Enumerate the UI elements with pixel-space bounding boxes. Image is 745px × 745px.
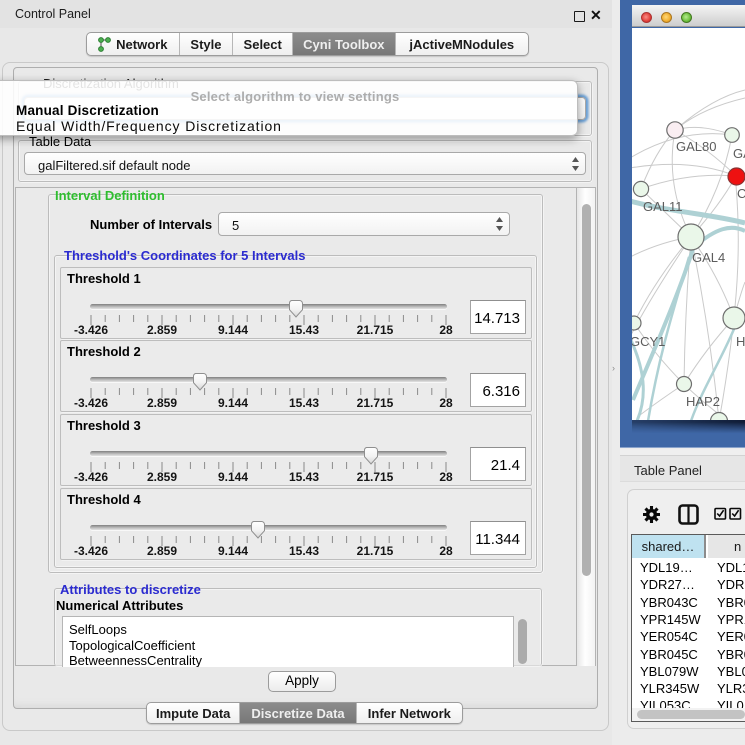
svg-text:GAL11: GAL11	[643, 199, 683, 214]
svg-text:GAL4: GAL4	[692, 250, 725, 265]
svg-text:HAP2: HAP2	[686, 394, 720, 409]
svg-text:HA: HA	[736, 334, 745, 349]
svg-text:GAL80: GAL80	[676, 139, 716, 154]
svg-text:C: C	[737, 186, 745, 201]
svg-text:GA: GA	[733, 146, 745, 161]
svg-text:GCY1: GCY1	[632, 334, 665, 349]
